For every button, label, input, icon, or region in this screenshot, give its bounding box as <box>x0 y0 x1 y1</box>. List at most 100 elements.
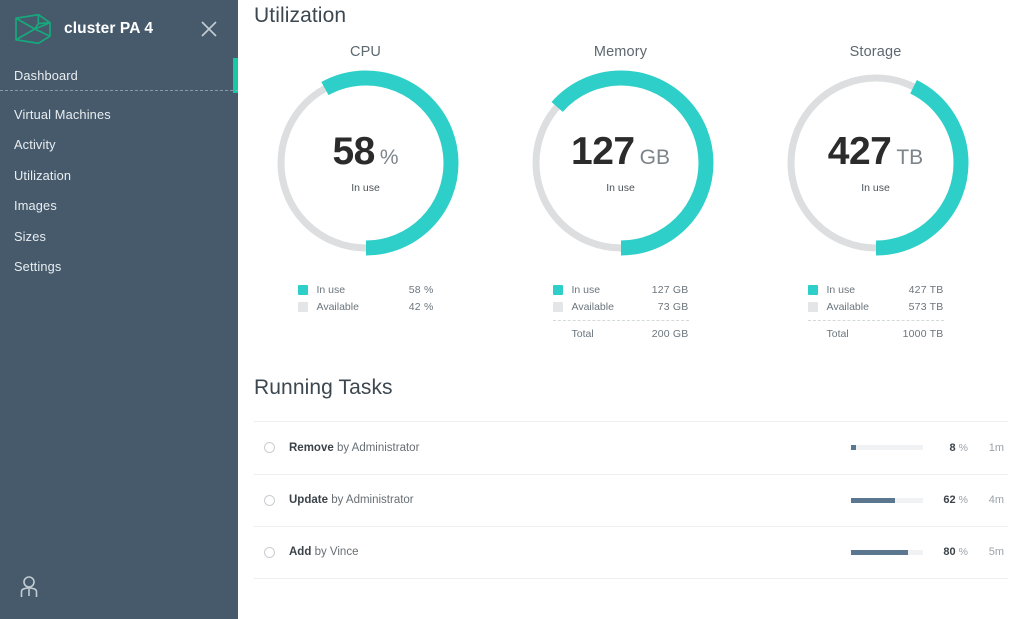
task-percent: 8 <box>949 441 956 454</box>
donut-chart-storage: 427 TB In use <box>779 66 973 260</box>
task-name: Add by Vince <box>289 546 851 558</box>
task-percent-unit: % <box>958 494 968 507</box>
sidebar-item-label: Activity <box>14 137 56 153</box>
legend-label: In use <box>571 283 601 296</box>
sidebar-item-label: Sizes <box>14 228 47 244</box>
chart-title: CPU <box>349 44 382 60</box>
sidebar-item-utilization[interactable]: Utilization <box>0 160 238 191</box>
legend-swatch-inuse <box>297 284 308 295</box>
task-action: Add <box>289 546 312 559</box>
sidebar-nav: Dashboard Virtual Machines Activity Util… <box>0 58 238 282</box>
progress-bar <box>850 497 923 503</box>
task-action: Update <box>289 494 328 507</box>
utilization-charts-row: CPU 58 % In use In use 58 % Available 42… <box>238 44 1024 342</box>
sidebar-nav-list: Virtual Machines Activity Utilization Im… <box>0 91 238 282</box>
task-name: Update by Administrator <box>289 494 851 506</box>
sidebar-footer <box>0 555 238 619</box>
legend-label: Available <box>571 300 614 313</box>
sidebar-item-virtual-machines[interactable]: Virtual Machines <box>0 99 238 130</box>
legend-row: Available 42 % <box>297 298 434 315</box>
legend-value: 127 GB <box>651 283 689 296</box>
legend-value: 73 GB <box>657 300 689 313</box>
running-tasks-table: Remove by Administrator 8 % 1m Update by… <box>238 421 1024 579</box>
legend-row-total: Total 1000 TB <box>808 325 944 342</box>
task-percent-unit: % <box>958 546 968 559</box>
donut-chart-memory: 127 GB In use <box>524 66 718 260</box>
task-owner: by Vince <box>314 546 359 559</box>
legend-value: 42 % <box>408 300 434 313</box>
legend-swatch-inuse <box>552 284 563 295</box>
progress-bar-fill <box>850 549 909 555</box>
progress-bar <box>850 445 923 451</box>
sidebar-item-sizes[interactable]: Sizes <box>0 221 238 252</box>
sidebar-item-settings[interactable]: Settings <box>0 252 238 283</box>
sidebar-divider <box>0 90 238 91</box>
sidebar-header: cluster PA 4 <box>0 0 238 57</box>
sidebar-item-label: Dashboard <box>14 67 78 83</box>
sidebar-item-label: Virtual Machines <box>14 106 111 122</box>
app-root: cluster PA 4 Dashboard Virtual Machines … <box>0 0 1024 619</box>
utilization-card-memory: Memory 127 GB In use In use 127 GB Avail… <box>493 44 748 342</box>
task-eta: 1m <box>988 441 1004 454</box>
close-icon[interactable] <box>196 16 222 42</box>
sidebar-item-label: Utilization <box>14 167 72 183</box>
legend-total-value: 200 GB <box>651 327 689 340</box>
legend-swatch-available <box>807 301 818 312</box>
table-row[interactable]: Remove by Administrator 8 % 1m <box>254 421 1008 474</box>
legend-memory: In use 127 GB Available 73 GB Total 200 … <box>552 281 689 342</box>
task-percent: 62 <box>943 494 956 507</box>
legend-total-label: Total <box>826 327 849 340</box>
legend-label: In use <box>316 283 346 296</box>
task-eta: 4m <box>988 494 1004 507</box>
task-eta: 5m <box>988 546 1004 559</box>
chart-title: Storage <box>849 44 902 60</box>
legend-swatch-inuse <box>807 284 818 295</box>
progress-bar-fill <box>850 445 857 451</box>
legend-row: In use 127 GB <box>552 281 689 298</box>
legend-row: In use 58 % <box>297 281 434 298</box>
legend-label: Available <box>316 300 359 313</box>
spinner-icon <box>264 442 275 454</box>
sidebar: cluster PA 4 Dashboard Virtual Machines … <box>0 0 238 619</box>
user-avatar-icon[interactable] <box>18 575 40 599</box>
legend-total-value: 1000 TB <box>902 327 944 340</box>
legend-row: Available 573 TB <box>807 298 944 315</box>
legend-label: Available <box>826 300 869 313</box>
legend-cpu: In use 58 % Available 42 % <box>297 281 434 315</box>
sidebar-item-label: Settings <box>14 259 62 275</box>
sidebar-item-dashboard[interactable]: Dashboard <box>0 58 238 93</box>
legend-storage: In use 427 TB Available 573 TB Total 100… <box>807 281 944 342</box>
legend-swatch-available <box>297 301 308 312</box>
sidebar-item-images[interactable]: Images <box>0 191 238 222</box>
legend-row-total: Total 200 GB <box>553 325 689 342</box>
spinner-icon <box>264 494 275 506</box>
utilization-heading: Utilization <box>254 4 347 27</box>
spinner-icon <box>264 546 275 558</box>
utilization-card-cpu: CPU 58 % In use In use 58 % Available 42… <box>238 44 493 342</box>
utilization-card-storage: Storage 427 TB In use In use 427 TB Avai… <box>748 44 1003 342</box>
running-tasks-heading: Running Tasks <box>254 376 393 399</box>
cluster-logo-icon <box>15 13 51 44</box>
task-percent-unit: % <box>958 441 968 454</box>
task-name: Remove by Administrator <box>289 442 851 454</box>
legend-total-label: Total <box>571 327 594 340</box>
legend-row: Available 73 GB <box>552 298 689 315</box>
task-owner: by Administrator <box>331 494 414 507</box>
sidebar-item-activity[interactable]: Activity <box>0 130 238 161</box>
legend-swatch-available <box>552 301 563 312</box>
table-row[interactable]: Add by Vince 80 % 5m <box>254 526 1008 579</box>
legend-divider <box>552 320 689 321</box>
table-row[interactable]: Update by Administrator 62 % 4m <box>254 473 1008 527</box>
legend-value: 573 TB <box>908 300 944 313</box>
legend-divider <box>807 320 944 321</box>
main-content: Utilization CPU 58 % In use In use 58 % … <box>238 0 1024 619</box>
task-owner: by Administrator <box>336 441 420 454</box>
task-action: Remove <box>289 441 334 454</box>
legend-row: In use 427 TB <box>807 281 944 298</box>
donut-chart-cpu: 58 % In use <box>269 66 463 260</box>
legend-value: 427 TB <box>908 283 944 296</box>
progress-bar-fill <box>850 497 896 503</box>
legend-label: In use <box>826 283 856 296</box>
sidebar-item-label: Images <box>14 198 57 214</box>
legend-value: 58 % <box>408 283 434 296</box>
